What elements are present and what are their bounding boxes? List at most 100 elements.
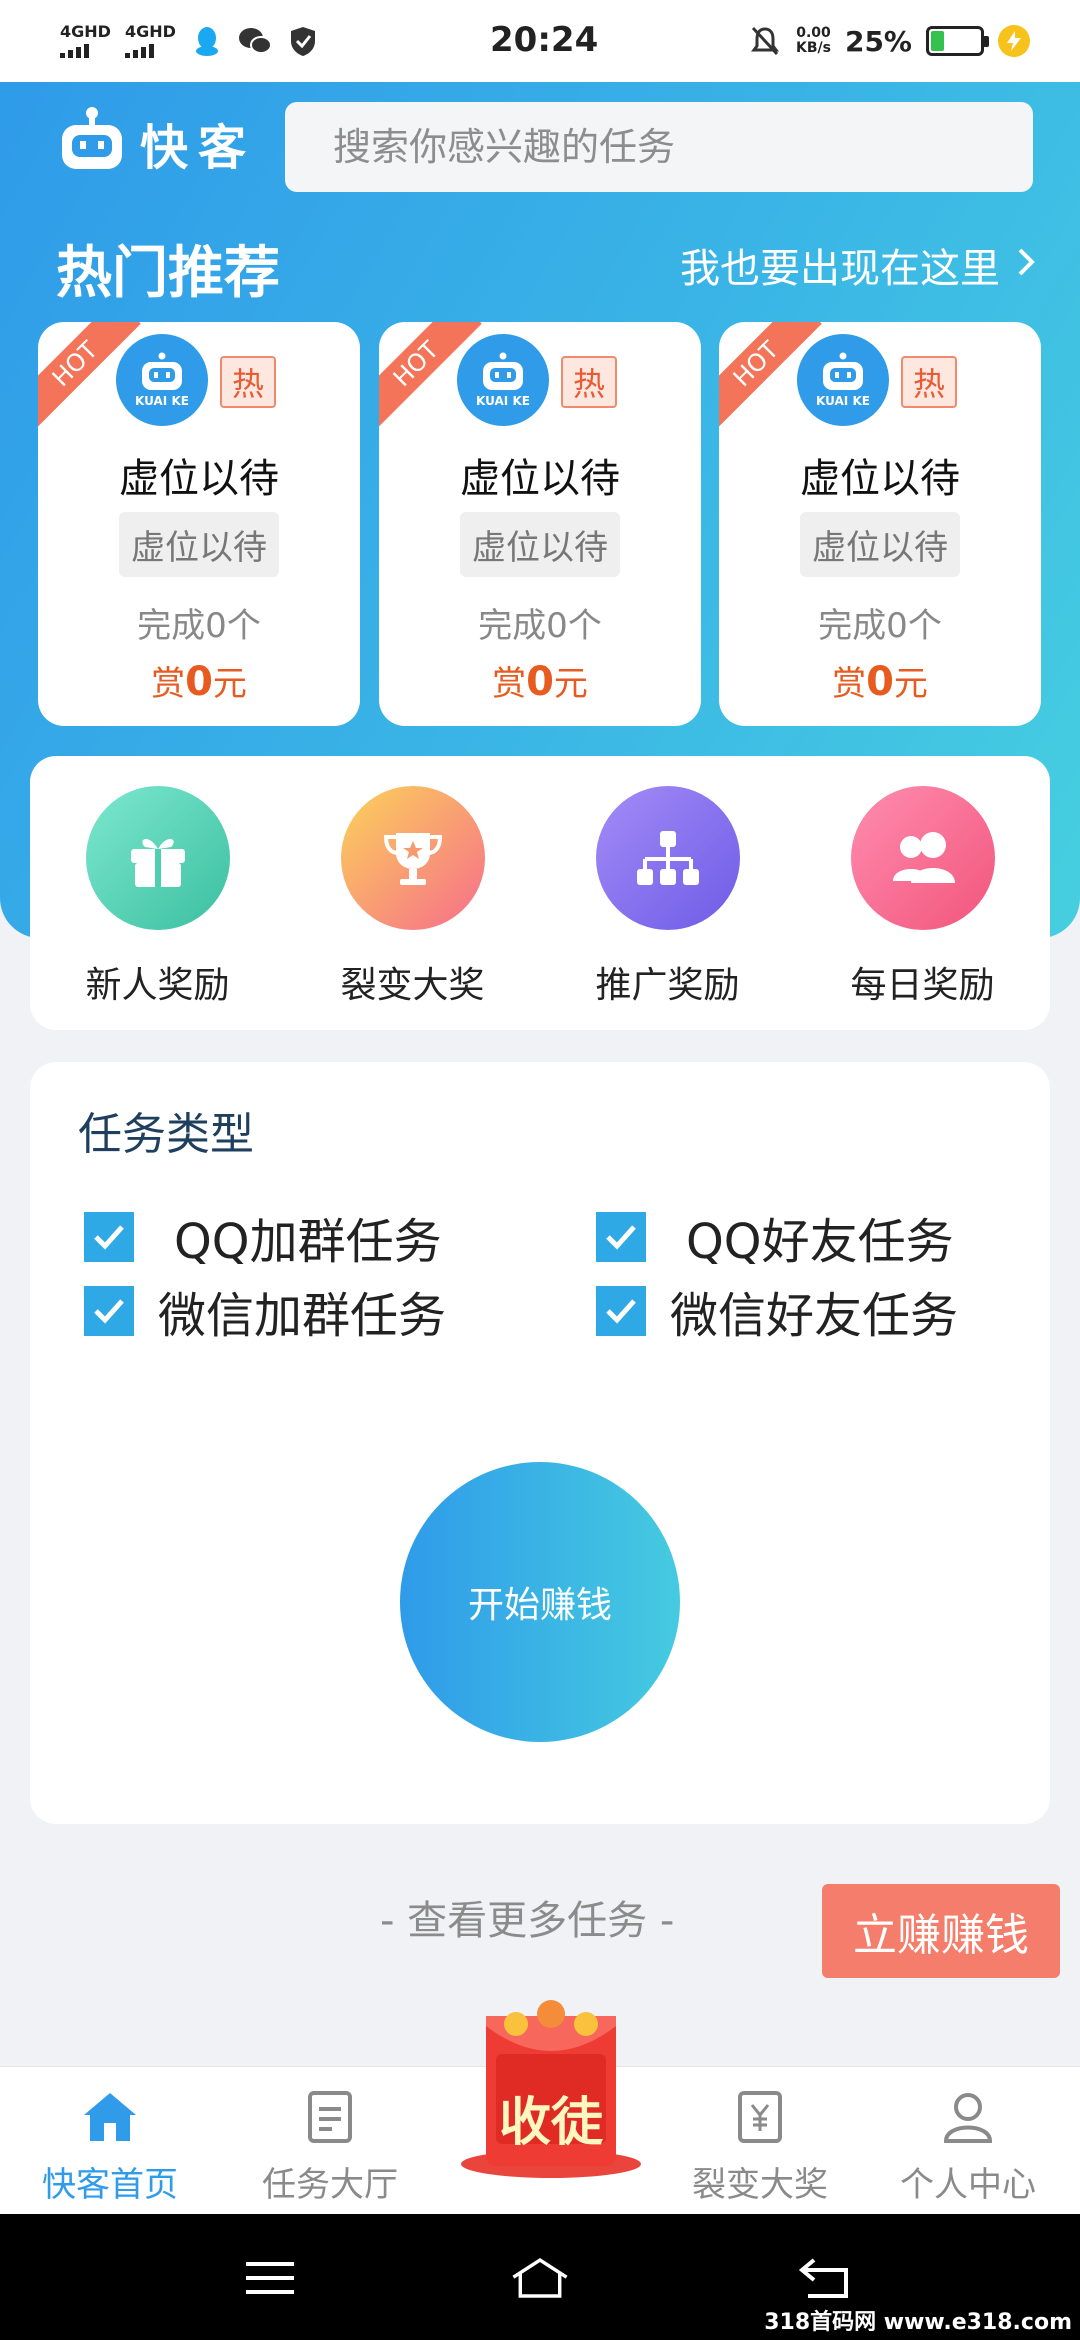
back-icon[interactable] [796,2248,856,2308]
wechat-icon [238,24,272,58]
reward-prefix: 赏 [492,664,527,704]
logo-label: KUAI KE [135,394,189,408]
reward-value: 0 [185,659,213,705]
hot-badge: 热 [561,356,617,408]
status-left: 4GHD 4GHD [60,24,320,58]
search-input[interactable] [285,102,1033,192]
reward-amount: 赏0元 [719,656,1041,705]
card-title: 虚位以待 [119,456,279,502]
mute-bell-icon [748,24,782,58]
logo-label: KUAI KE [816,394,870,408]
done-count: 0 [886,606,908,646]
reward-new-user[interactable]: 新人奖励 [48,786,268,1008]
done-count: 0 [546,606,568,646]
person-icon [940,2089,996,2149]
nav-label: 任务大厅 [262,2165,398,2205]
task-option-label: 微信加群任务 [158,1288,447,1344]
view-more-tasks-link[interactable]: - 查看更多任务 - [380,1888,674,1946]
appear-link-label: 我也要出现在这里 [680,246,1000,292]
task-option-label: QQ加群任务 [174,1214,442,1270]
signal-indicator-1: 4GHD [60,24,111,58]
signal-indicator-2: 4GHD [124,24,176,58]
checkbox-checked-icon[interactable] [596,1286,646,1336]
recruit-apprentice-button[interactable]: 收徒 [456,1996,646,2186]
reward-label: 每日奖励 [850,965,995,1006]
task-types-panel: 任务类型 QQ加群任务 QQ好友任务 微信加群任务 微信好友任务 开始赚钱 [30,1062,1050,1824]
reward-suffix: 元 [893,664,928,704]
checkbox-checked-icon[interactable] [84,1286,134,1336]
done-suffix: 个 [567,606,602,646]
signal-label: 4GHD [60,22,111,41]
reward-suffix: 元 [553,664,588,704]
system-nav-bar: 318首码网 www.e318.com [0,2214,1080,2340]
clock: 20:24 [490,20,599,60]
nav-item-home[interactable]: 快客首页 [10,2089,210,2206]
nav-label: 快客首页 [42,2165,178,2205]
task-option-wechat-friend[interactable]: 微信好友任务 [596,1276,958,1346]
completed-count: 完成0个 [719,598,1041,647]
shield-check-icon [286,24,320,58]
hot-badge: 热 [220,356,276,408]
reward-prefix: 赏 [151,664,186,704]
card-title: 虚位以待 [800,456,960,502]
done-prefix: 完成 [137,606,206,646]
watermark: 318首码网 www.e318.com [764,2310,1072,2335]
task-option-wechat-group[interactable]: 微信加群任务 [84,1276,446,1346]
earn-now-button[interactable]: 立赚赚钱 [822,1884,1060,1978]
reward-fission[interactable]: 裂变大奖 [303,786,523,1008]
reward-label: 新人奖励 [85,965,230,1006]
reward-promotion[interactable]: 推广奖励 [558,786,778,1008]
trophy-icon [340,786,485,930]
signal-bars-icon [124,42,154,58]
home-icon [80,2089,140,2149]
reward-value: 0 [526,659,554,705]
robot-logo-icon: KUAI KE [457,334,549,426]
nav-label: 个人中心 [900,2165,1036,2205]
start-earning-button[interactable]: 开始赚钱 [400,1462,680,1742]
done-suffix: 个 [907,606,942,646]
home-button-icon[interactable] [510,2248,570,2308]
robot-logo-icon: KUAI KE [797,334,889,426]
nav-item-profile[interactable]: 个人中心 [868,2089,1068,2206]
app-logo: 快客 [56,105,256,181]
nav-label: 裂变大奖 [692,2165,828,2205]
reward-amount: 赏0元 [379,656,701,705]
checkbox-checked-icon[interactable] [84,1212,134,1262]
task-option-label: 微信好友任务 [670,1288,959,1344]
nav-item-fission[interactable]: 裂变大奖 [660,2089,860,2206]
hot-task-card[interactable]: HOT KUAI KE 热 虚位以待 虚位以待 完成0个 赏0元 [38,322,360,726]
battery-percent: 25% [844,24,912,58]
rewards-panel: 新人奖励 裂变大奖 推广奖励 每日奖励 [30,756,1050,1030]
qq-penguin-icon [190,24,224,58]
checkbox-checked-icon[interactable] [596,1212,646,1262]
done-prefix: 完成 [818,606,887,646]
completed-count: 完成0个 [38,598,360,647]
chevron-right-icon [1016,242,1036,288]
task-option-qq-friend[interactable]: QQ好友任务 [596,1202,954,1272]
status-bar: 4GHD 4GHD 20:24 0.00 KB/s 25% [0,0,1080,82]
hot-task-card[interactable]: HOT KUAI KE 热 虚位以待 虚位以待 完成0个 赏0元 [379,322,701,726]
hot-badge: 热 [901,356,957,408]
done-count: 0 [205,606,227,646]
card-tag: 虚位以待 [119,512,279,577]
nav-item-task-hall[interactable]: 任务大厅 [230,2089,430,2206]
appear-here-link[interactable]: 我也要出现在这里 [680,236,1036,294]
card-tag: 虚位以待 [800,512,960,577]
users-icon [850,786,995,930]
task-types-heading: 任务类型 [78,1109,254,1160]
network-speed: 0.00 KB/s [796,26,831,56]
robot-logo-icon [56,105,128,181]
hot-task-card[interactable]: HOT KUAI KE 热 虚位以待 虚位以待 完成0个 赏0元 [719,322,1041,726]
reward-daily[interactable]: 每日奖励 [813,786,1033,1008]
reward-amount: 赏0元 [38,656,360,705]
battery-icon [926,26,989,56]
app-name: 快客 [140,120,257,176]
reward-prefix: 赏 [832,664,867,704]
reward-suffix: 元 [212,664,247,704]
status-right: 0.00 KB/s 25% [748,24,1030,58]
task-option-qq-group[interactable]: QQ加群任务 [84,1202,442,1272]
logo-label: KUAI KE [476,394,530,408]
document-icon [302,2089,358,2149]
menu-icon[interactable] [240,2248,300,2308]
completed-count: 完成0个 [379,598,701,647]
